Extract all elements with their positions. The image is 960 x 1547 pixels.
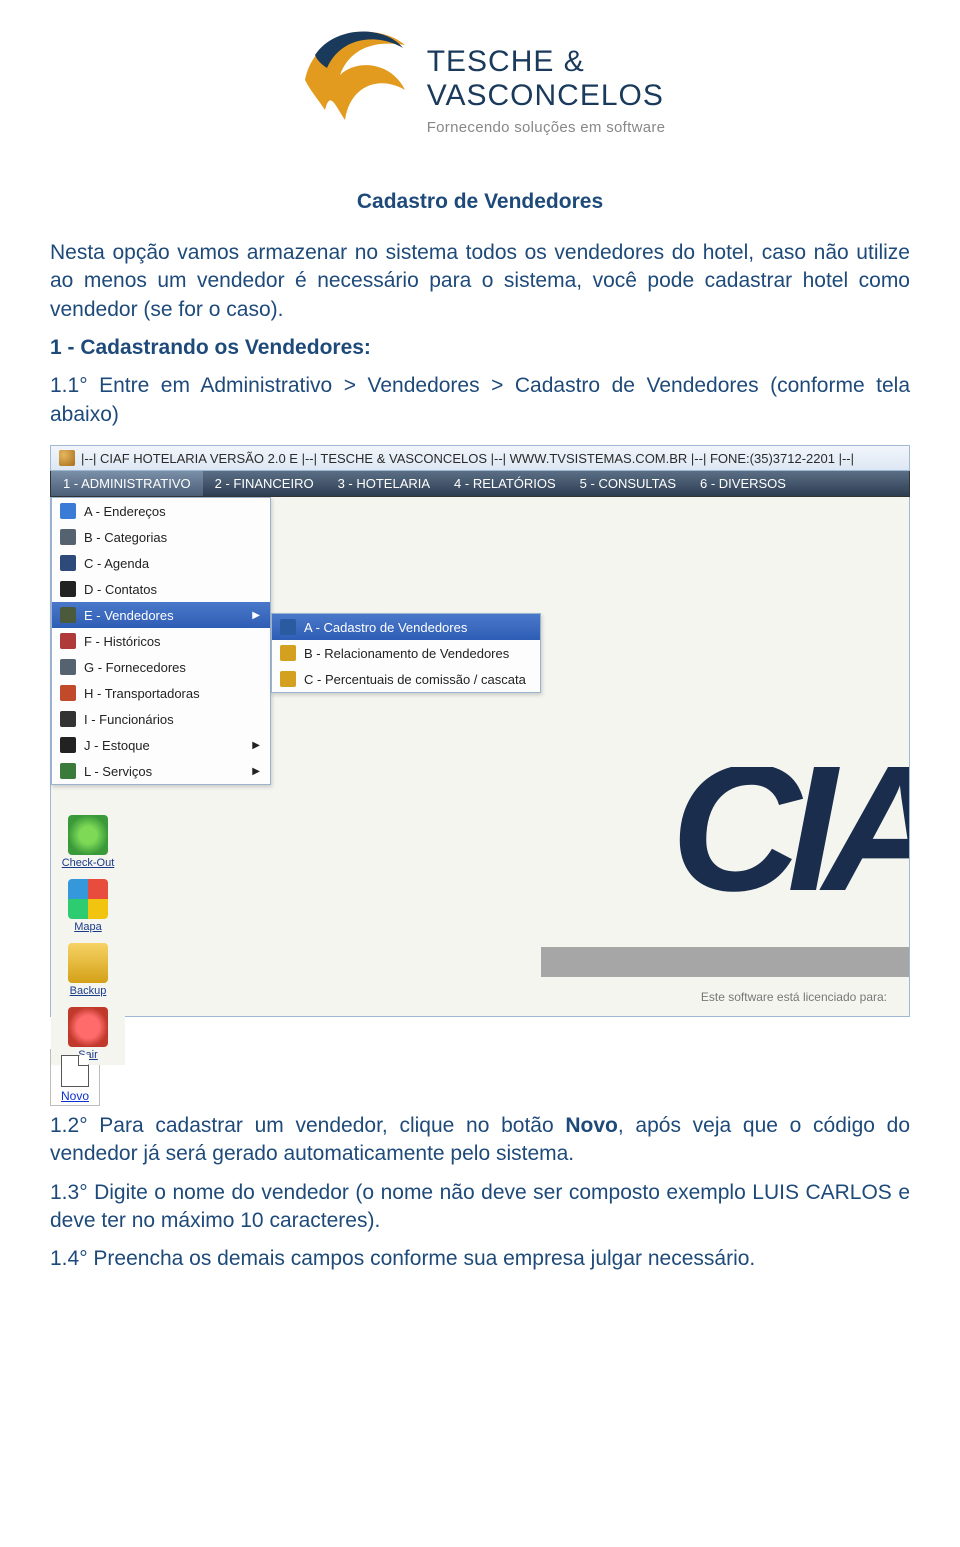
- menu-administrativo[interactable]: 1 - ADMINISTRATIVO: [51, 471, 203, 496]
- toolbar-button-check-out[interactable]: Check-Out: [51, 809, 125, 873]
- work-area: A - Endereços B - Categorias C - Agenda D -…: [50, 497, 910, 1017]
- vendedores-submenu: A - Cadastro de Vendedores B - Relacionam…: [271, 613, 541, 693]
- menu-consultas[interactable]: 5 - CONSULTAS: [568, 471, 688, 496]
- toolbar-button-label: Backup: [70, 985, 107, 997]
- submenu-item-icon: [280, 645, 296, 661]
- menu-item-icon: [60, 581, 76, 597]
- toolbar-icon: [68, 943, 108, 983]
- section-1-heading: 1 - Cadastrando os Vendedores:: [50, 334, 910, 362]
- admin-menu-item[interactable]: I - Funcionários: [52, 706, 270, 732]
- menu-item-label: F - Históricos: [84, 634, 161, 649]
- menu-item-icon: [60, 711, 76, 727]
- submenu-item-label: A - Cadastro de Vendedores: [304, 620, 467, 635]
- admin-menu-item[interactable]: A - Endereços: [52, 498, 270, 524]
- background-app-logo: CIA: [541, 767, 909, 1016]
- vendedores-submenu-item[interactable]: A - Cadastro de Vendedores: [272, 614, 540, 640]
- menu-item-label: C - Agenda: [84, 556, 149, 571]
- app-window-icon: [59, 450, 75, 466]
- admin-menu-item[interactable]: D - Contatos: [52, 576, 270, 602]
- toolbar-icon: [68, 1007, 108, 1047]
- submenu-arrow-icon: ▶: [252, 610, 260, 621]
- menu-item-label: L - Serviços: [84, 764, 152, 779]
- admin-menu-item[interactable]: G - Fornecedores: [52, 654, 270, 680]
- company-logo: TESCHE & VASCONCELOS Fornecendo soluções…: [295, 20, 666, 160]
- step-1-2-prefix: 1.2° Para cadastrar um vendedor, clique …: [50, 1114, 565, 1137]
- menu-diversos[interactable]: 6 - DIVERSOS: [688, 471, 798, 496]
- step-1-2-bold: Novo: [565, 1114, 618, 1137]
- menu-item-icon: [60, 737, 76, 753]
- toolbar-button-label: Check-Out: [62, 857, 115, 869]
- menu-item-icon: [60, 685, 76, 701]
- cia-logo-underline: [541, 947, 909, 977]
- admin-menu-item[interactable]: L - Serviços ▶: [52, 758, 270, 784]
- intro-paragraph: Nesta opção vamos armazenar no sistema t…: [50, 239, 910, 324]
- toolbar-button-label: Mapa: [74, 921, 102, 933]
- menu-item-label: D - Contatos: [84, 582, 157, 597]
- admin-menu-item[interactable]: H - Transportadoras: [52, 680, 270, 706]
- submenu-item-icon: [280, 619, 296, 635]
- menu-item-label: E - Vendedores: [84, 608, 174, 623]
- menu-item-icon: [60, 763, 76, 779]
- novo-button-label: Novo: [61, 1089, 89, 1103]
- toolbar-icon: [68, 815, 108, 855]
- novo-button-block: Novo: [50, 1041, 910, 1112]
- toolbar-icon: [68, 879, 108, 919]
- company-logo-block: TESCHE & VASCONCELOS Fornecendo soluções…: [50, 20, 910, 165]
- menu-item-icon: [60, 529, 76, 545]
- document-title: Cadastro de Vendedores: [50, 190, 910, 214]
- toolbar-button-mapa[interactable]: Mapa: [51, 873, 125, 937]
- vendedores-submenu-item[interactable]: C - Percentuais de comissão / cascata: [272, 666, 540, 692]
- menu-item-icon: [60, 633, 76, 649]
- submenu-arrow-icon: ▶: [252, 766, 260, 777]
- submenu-arrow-icon: ▶: [252, 740, 260, 751]
- menu-relatorios[interactable]: 4 - RELATÓRIOS: [442, 471, 568, 496]
- administrativo-dropdown: A - Endereços B - Categorias C - Agenda D -…: [51, 497, 271, 785]
- left-toolbar: Check-OutMapaBackupSair: [51, 809, 125, 1065]
- app-screenshot: |--| CIAF HOTELARIA VERSÃO 2.0 E |--| TE…: [50, 445, 910, 1017]
- submenu-item-label: C - Percentuais de comissão / cascata: [304, 672, 526, 687]
- titlebar: |--| CIAF HOTELARIA VERSÃO 2.0 E |--| TE…: [50, 445, 910, 471]
- new-document-icon: [61, 1055, 89, 1087]
- admin-menu-item[interactable]: F - Históricos: [52, 628, 270, 654]
- menu-item-label: G - Fornecedores: [84, 660, 186, 675]
- menu-item-label: I - Funcionários: [84, 712, 174, 727]
- titlebar-text: |--| CIAF HOTELARIA VERSÃO 2.0 E |--| TE…: [81, 451, 854, 466]
- submenu-item-icon: [280, 671, 296, 687]
- menu-item-icon: [60, 607, 76, 623]
- admin-menu-item[interactable]: C - Agenda: [52, 550, 270, 576]
- menu-item-label: H - Transportadoras: [84, 686, 200, 701]
- toolbar-button-backup[interactable]: Backup: [51, 937, 125, 1001]
- step-1-3: 1.3° Digite o nome do vendedor (o nome n…: [50, 1179, 910, 1236]
- logo-line-1: TESCHE &: [427, 45, 666, 79]
- step-1-2: 1.2° Para cadastrar um vendedor, clique …: [50, 1112, 910, 1169]
- menu-financeiro[interactable]: 2 - FINANCEIRO: [203, 471, 326, 496]
- menu-item-label: B - Categorias: [84, 530, 167, 545]
- vendedores-submenu-item[interactable]: B - Relacionamento de Vendedores: [272, 640, 540, 666]
- logo-swoosh-icon: [295, 20, 415, 160]
- license-label: Este software está licenciado para:: [701, 990, 887, 1004]
- cia-logo-text: CIA: [671, 767, 909, 901]
- logo-text: TESCHE & VASCONCELOS Fornecendo soluções…: [427, 20, 666, 136]
- menu-item-icon: [60, 503, 76, 519]
- logo-tagline: Fornecendo soluções em software: [427, 119, 666, 136]
- step-1-1: 1.1° Entre em Administrativo > Vendedore…: [50, 372, 910, 429]
- menu-hotelaria[interactable]: 3 - HOTELARIA: [326, 471, 442, 496]
- menu-item-label: A - Endereços: [84, 504, 166, 519]
- menu-item-label: J - Estoque: [84, 738, 150, 753]
- admin-menu-item[interactable]: B - Categorias: [52, 524, 270, 550]
- menu-item-icon: [60, 555, 76, 571]
- admin-menu-item[interactable]: E - Vendedores ▶: [52, 602, 270, 628]
- logo-line-2: VASCONCELOS: [427, 79, 666, 113]
- menu-item-icon: [60, 659, 76, 675]
- step-1-4: 1.4° Preencha os demais campos conforme …: [50, 1245, 910, 1273]
- admin-menu-item[interactable]: J - Estoque ▶: [52, 732, 270, 758]
- submenu-item-label: B - Relacionamento de Vendedores: [304, 646, 509, 661]
- menubar: 1 - ADMINISTRATIVO 2 - FINANCEIRO 3 - HO…: [50, 471, 910, 497]
